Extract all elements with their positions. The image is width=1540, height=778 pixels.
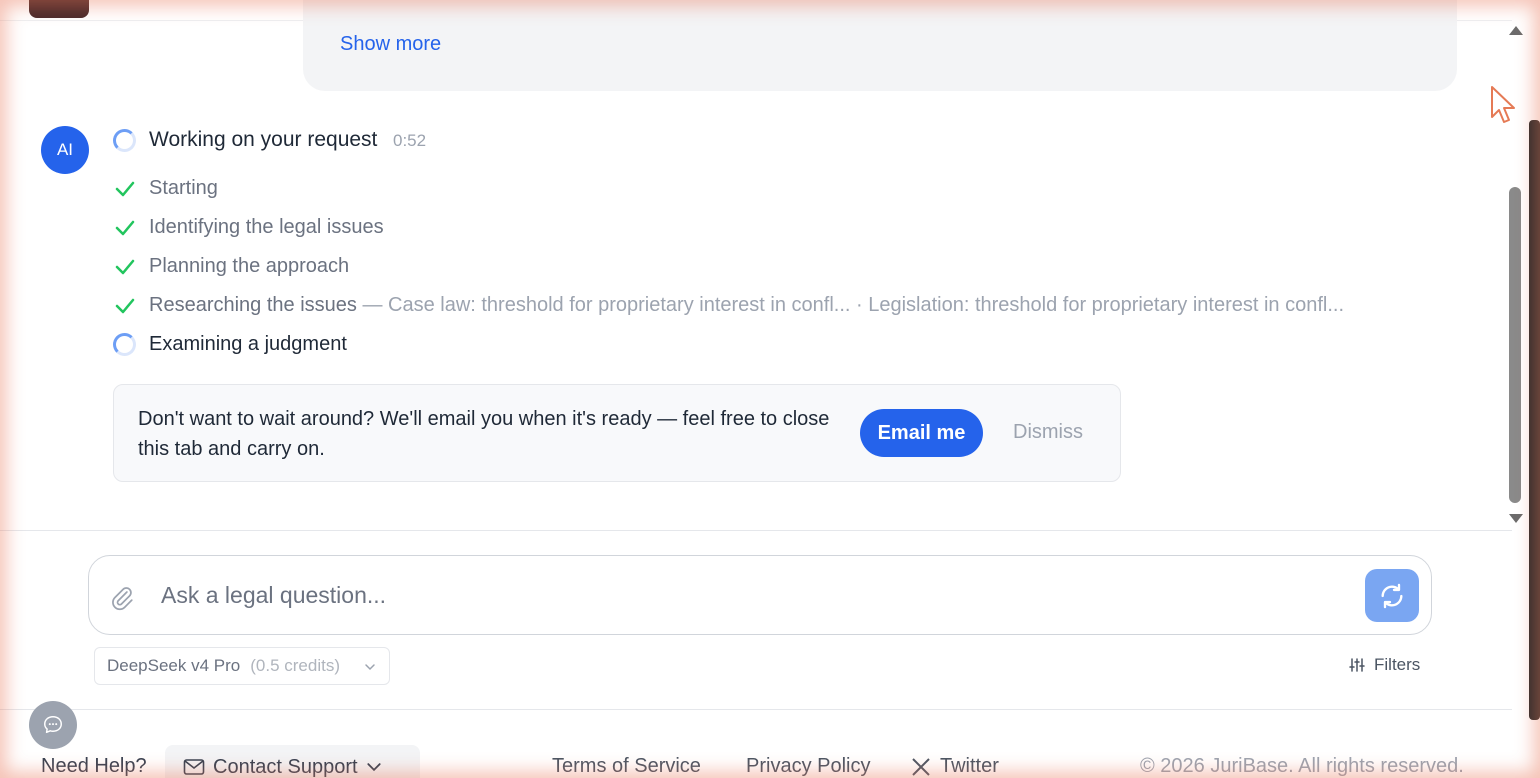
contact-support-button[interactable]: Contact Support (165, 745, 420, 778)
step-item: Starting (149, 177, 218, 200)
email-me-button[interactable]: Email me (860, 409, 983, 457)
step-label: Examining a judgment (149, 333, 347, 355)
loading-spinner-icon (113, 333, 136, 356)
email-notice-card: Don't want to wait around? We'll email y… (113, 384, 1121, 482)
footer-divider (0, 709, 1512, 710)
step-label: Starting (149, 177, 218, 199)
step-item: Planning the approach (149, 255, 349, 278)
show-more-link[interactable]: Show more (340, 33, 441, 56)
model-select[interactable]: DeepSeek v4 Pro (0.5 credits) (94, 647, 390, 685)
working-title: Working on your request (149, 128, 378, 151)
elapsed-timer: 0:52 (393, 131, 427, 150)
mouse-cursor-icon (1491, 86, 1515, 123)
step-label: Planning the approach (149, 255, 350, 277)
step-label: Researching the issues (149, 294, 357, 316)
check-icon (115, 220, 135, 236)
step-label: Identifying the legal issues (149, 216, 384, 238)
privacy-link[interactable]: Privacy Policy (746, 755, 870, 778)
step-item: Examining a judgment (149, 333, 347, 356)
check-icon (115, 181, 135, 197)
user-message-bubble (303, 0, 1457, 91)
mail-icon (183, 759, 205, 775)
need-help-label: Need Help? (41, 755, 147, 777)
scroll-up-arrow-icon[interactable] (1509, 26, 1523, 35)
terms-link[interactable]: Terms of Service (552, 755, 701, 778)
scroll-down-arrow-icon[interactable] (1509, 514, 1523, 523)
notice-text: Don't want to wait around? We'll email y… (138, 408, 830, 460)
model-credits: (0.5 credits) (250, 656, 340, 675)
check-icon (115, 298, 135, 314)
paperclip-icon[interactable] (109, 585, 135, 611)
step-item: Identifying the legal issues (149, 216, 384, 239)
scrollbar-thumb[interactable] (1509, 187, 1521, 503)
copyright-text: © 2026 JuriBase. All rights reserved. (1140, 755, 1464, 777)
ai-avatar: AI (41, 126, 89, 174)
refresh-icon (1381, 583, 1403, 608)
send-button[interactable] (1365, 569, 1419, 622)
dismiss-button[interactable]: Dismiss (1013, 421, 1083, 444)
check-icon (115, 259, 135, 275)
chevron-down-icon (366, 763, 381, 772)
model-name: DeepSeek v4 Pro (107, 656, 241, 675)
question-input[interactable] (161, 576, 1341, 614)
step-item: Researching the issues — Case law: thres… (149, 294, 1344, 317)
loading-spinner-icon (113, 129, 136, 152)
chevron-down-icon (365, 664, 375, 671)
composer-divider (0, 530, 1512, 531)
twitter-link[interactable]: Twitter (940, 755, 999, 778)
step-detail: — Case law: threshold for proprietary in… (356, 294, 1345, 316)
chat-widget-button[interactable] (29, 701, 77, 749)
chat-bubble-icon (44, 716, 62, 734)
window-edge-scroll (1529, 120, 1540, 720)
composer-box (88, 555, 1432, 635)
filters-button[interactable]: Filters (1349, 655, 1420, 675)
contact-support-label: Contact Support (213, 755, 358, 778)
sliders-icon (1349, 658, 1365, 672)
filters-label: Filters (1374, 655, 1421, 674)
top-tab (29, 0, 89, 18)
x-logo-icon (912, 758, 930, 776)
